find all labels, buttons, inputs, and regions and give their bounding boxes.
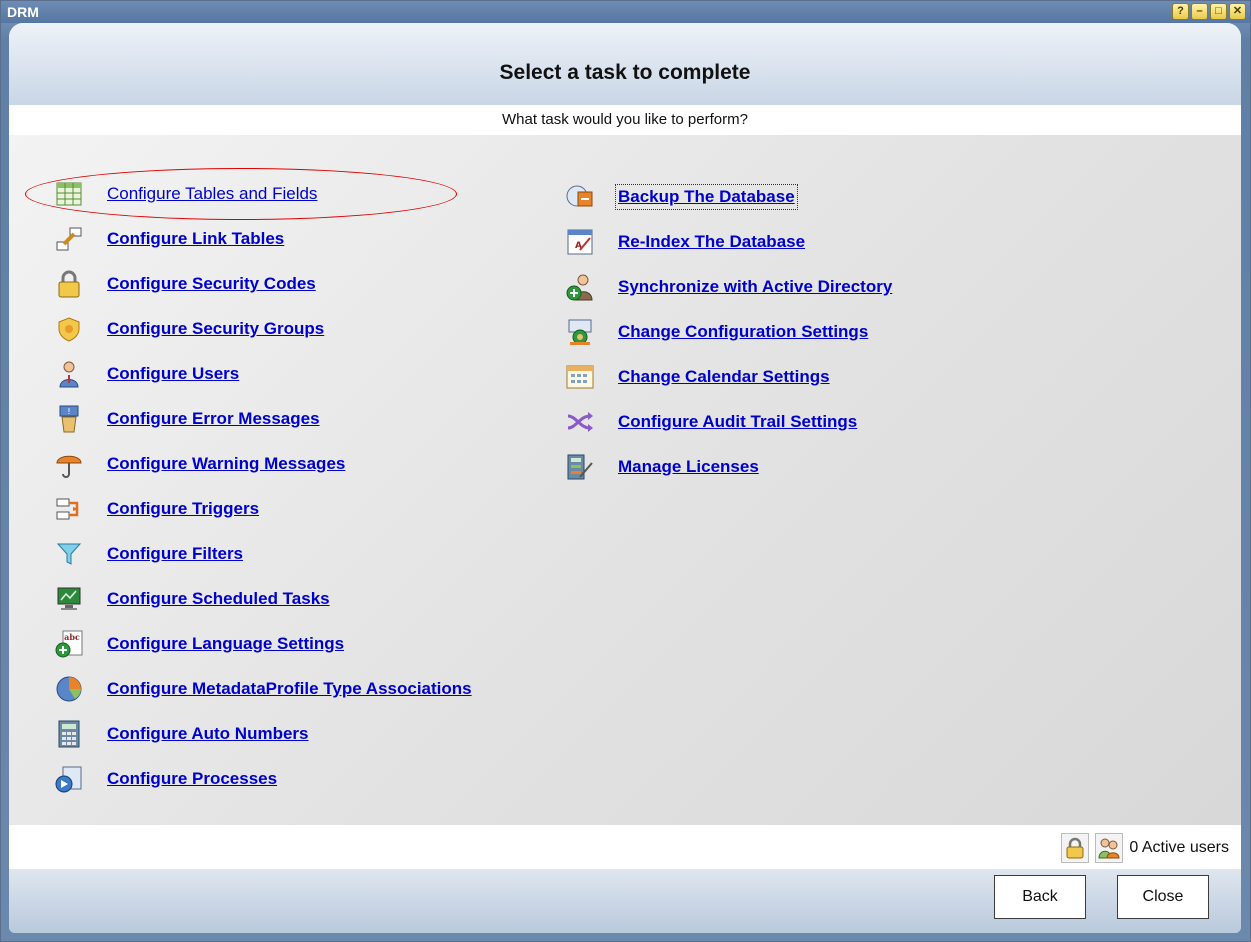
sync-active-directory-link[interactable]: Synchronize with Active Directory	[618, 277, 892, 297]
manage-licenses-link[interactable]: Manage Licenses	[618, 457, 759, 477]
dialog-header: Select a task to complete	[9, 23, 1241, 105]
umbrella-icon	[55, 450, 83, 478]
change-configuration-link[interactable]: Change Configuration Settings	[618, 322, 868, 342]
configure-filters-link[interactable]: Configure Filters	[107, 544, 243, 564]
configure-metadataprofile-link[interactable]: Configure MetadataProfile Type Associati…	[107, 679, 472, 699]
task-list: Configure Tables and Fields Configure Li…	[9, 135, 1241, 850]
configure-triggers-link[interactable]: Configure Triggers	[107, 499, 259, 519]
drm-window: DRM ? – □ ✕ Select a task to complete Wh…	[0, 0, 1251, 942]
close-button[interactable]: Close	[1117, 875, 1209, 919]
calendar-icon	[566, 363, 594, 391]
help-icon[interactable]: ?	[1172, 3, 1189, 20]
minimize-icon[interactable]: –	[1191, 3, 1208, 20]
table-icon	[55, 180, 83, 208]
task-configure-users[interactable]: Configure Users	[55, 354, 239, 394]
monitor-icon	[55, 585, 83, 613]
configure-link-tables-link[interactable]: Configure Link Tables	[107, 229, 284, 249]
task-configure-error-messages[interactable]: ! Configure Error Messages	[55, 399, 320, 439]
task-configure-auto-numbers[interactable]: Configure Auto Numbers	[55, 714, 308, 754]
backup-icon	[566, 183, 594, 211]
page-subtitle: What task would you like to perform?	[9, 105, 1241, 135]
active-users-count: 0 Active users	[1129, 839, 1229, 856]
task-backup-database[interactable]: Backup The Database	[566, 177, 798, 217]
svg-text:!: !	[67, 407, 70, 416]
dialog-footer: Back Close	[9, 869, 1241, 933]
task-configure-security-codes[interactable]: Configure Security Codes	[55, 264, 316, 304]
users-icon[interactable]	[1095, 833, 1124, 863]
configure-security-groups-link[interactable]: Configure Security Groups	[107, 319, 324, 339]
task-configure-security-groups[interactable]: Configure Security Groups	[55, 309, 324, 349]
title-bar[interactable]: DRM ? – □ ✕	[1, 1, 1250, 23]
task-manage-licenses[interactable]: Manage Licenses	[566, 447, 759, 487]
error-message-icon: !	[55, 405, 83, 433]
link-tables-icon	[55, 225, 83, 253]
configure-auto-numbers-link[interactable]: Configure Auto Numbers	[107, 724, 308, 744]
process-icon	[55, 765, 83, 793]
reindex-icon: A	[566, 228, 594, 256]
task-configure-tables[interactable]: Configure Tables and Fields	[55, 174, 317, 214]
backup-database-link[interactable]: Backup The Database	[615, 184, 798, 210]
configure-security-codes-link[interactable]: Configure Security Codes	[107, 274, 316, 294]
calculator-icon	[55, 720, 83, 748]
task-change-calendar[interactable]: Change Calendar Settings	[566, 357, 830, 397]
svg-text:abc: abc	[64, 632, 80, 642]
change-calendar-link[interactable]: Change Calendar Settings	[618, 367, 830, 387]
license-icon	[566, 453, 594, 481]
shield-icon	[55, 315, 83, 343]
configure-scheduled-tasks-link[interactable]: Configure Scheduled Tasks	[107, 589, 330, 609]
audit-trail-icon	[566, 408, 594, 436]
task-configure-scheduled-tasks[interactable]: Configure Scheduled Tasks	[55, 579, 330, 619]
page-title: Select a task to complete	[499, 61, 751, 84]
pie-chart-icon	[55, 675, 83, 703]
configuration-icon	[566, 318, 594, 346]
task-configure-link-tables[interactable]: Configure Link Tables	[55, 219, 284, 259]
configure-warning-messages-link[interactable]: Configure Warning Messages	[107, 454, 345, 474]
filter-icon	[55, 540, 83, 568]
user-icon	[55, 360, 83, 388]
configure-error-messages-link[interactable]: Configure Error Messages	[107, 409, 320, 429]
padlock-icon[interactable]	[1061, 833, 1090, 863]
close-icon[interactable]: ✕	[1229, 3, 1246, 20]
configure-users-link[interactable]: Configure Users	[107, 364, 239, 384]
task-configure-metadataprofile[interactable]: Configure MetadataProfile Type Associati…	[55, 669, 472, 709]
status-bar: 0 Active users	[9, 825, 1241, 869]
task-configure-processes[interactable]: Configure Processes	[55, 759, 277, 799]
task-change-configuration[interactable]: Change Configuration Settings	[566, 312, 868, 352]
task-configure-filters[interactable]: Configure Filters	[55, 534, 243, 574]
audit-trail-link[interactable]: Configure Audit Trail Settings	[618, 412, 857, 432]
active-users-indicator: 0 Active users	[1061, 833, 1229, 863]
abc-icon: abc	[55, 630, 83, 658]
back-button[interactable]: Back	[994, 875, 1086, 919]
window-controls: ? – □ ✕	[1172, 3, 1246, 20]
task-dialog: Select a task to complete What task woul…	[9, 23, 1241, 933]
window-title: DRM	[7, 4, 39, 20]
reindex-database-link[interactable]: Re-Index The Database	[618, 232, 805, 252]
sync-directory-icon	[566, 273, 594, 301]
task-reindex-database[interactable]: A Re-Index The Database	[566, 222, 805, 262]
configure-language-settings-link[interactable]: Configure Language Settings	[107, 634, 344, 654]
maximize-icon[interactable]: □	[1210, 3, 1227, 20]
task-sync-active-directory[interactable]: Synchronize with Active Directory	[566, 267, 892, 307]
task-configure-language-settings[interactable]: abc Configure Language Settings	[55, 624, 344, 664]
task-audit-trail[interactable]: Configure Audit Trail Settings	[566, 402, 857, 442]
task-configure-triggers[interactable]: Configure Triggers	[55, 489, 259, 529]
trigger-icon	[55, 495, 83, 523]
task-configure-warning-messages[interactable]: Configure Warning Messages	[55, 444, 345, 484]
padlock-icon	[55, 270, 83, 298]
configure-processes-link[interactable]: Configure Processes	[107, 769, 277, 789]
configure-tables-link[interactable]: Configure Tables and Fields	[107, 184, 317, 204]
